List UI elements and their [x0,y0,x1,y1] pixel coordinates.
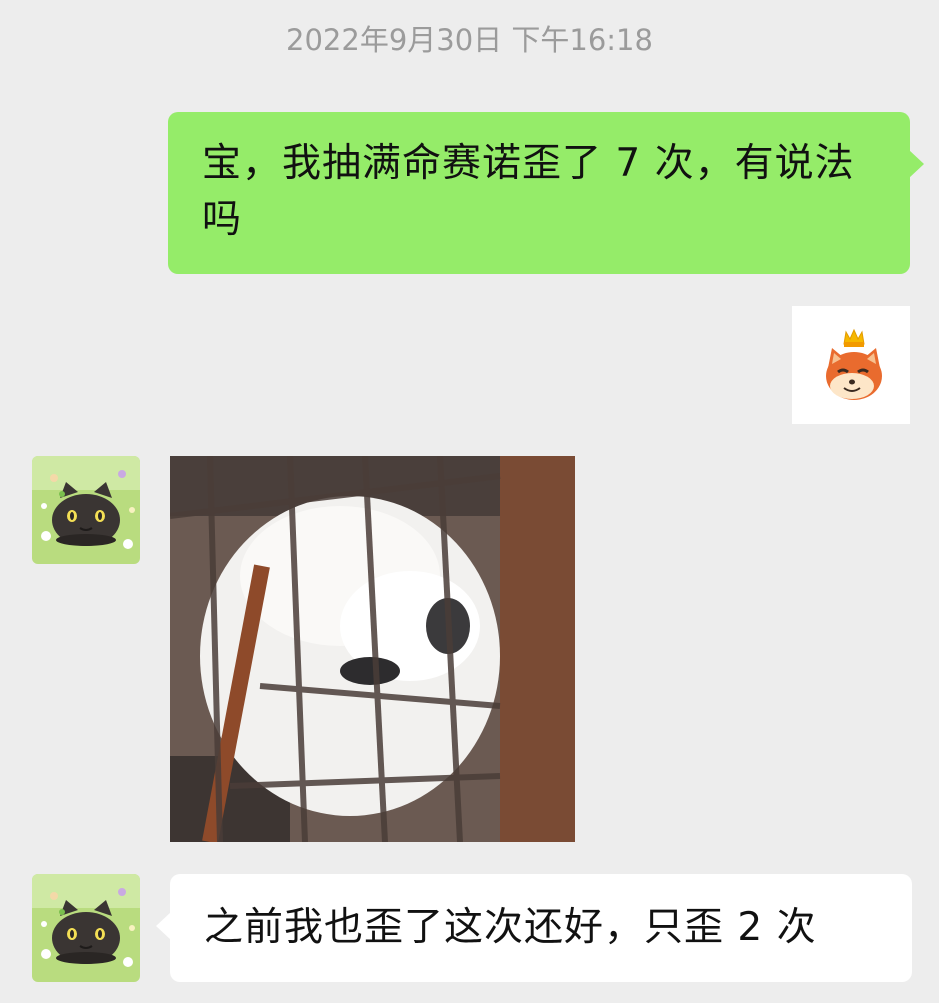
fox-with-crown-sticker-icon [826,328,882,400]
contact-avatar[interactable] [32,874,140,982]
incoming-image-message[interactable] [170,456,575,842]
message-timestamp: 2022年9月30日 下午16:18 [286,23,653,57]
chat-view: 2022年9月30日 下午16:18 宝，我抽满命赛诺歪了 7 次，有说法吗 之… [0,0,939,1003]
white-dog-in-cage-photo-icon [170,456,575,842]
outgoing-message-bubble[interactable]: 宝，我抽满命赛诺歪了 7 次，有说法吗 [168,112,924,274]
black-cat-avatar-icon [32,874,140,982]
contact-avatar[interactable] [32,456,140,564]
black-cat-avatar-icon [32,456,140,564]
outgoing-sticker[interactable] [792,306,910,424]
incoming-message-bubble[interactable]: 之前我也歪了这次还好，只歪 2 次 [156,874,912,982]
